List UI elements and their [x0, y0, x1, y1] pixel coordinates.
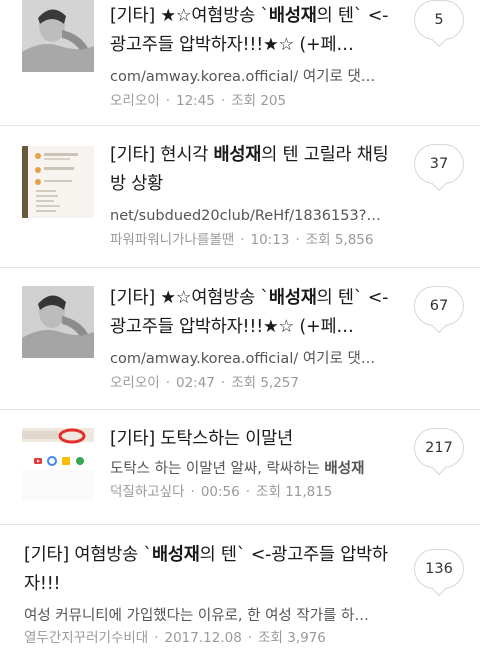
post-snippet: com/amway.korea.official/ 여기로 댓…: [110, 351, 376, 367]
comment-count-badge[interactable]: 136: [414, 549, 464, 589]
post-title[interactable]: [기타] ★☆여혐방송 `배성재의 텐` <-광고주들 압박하자!!!★☆ (+…: [110, 284, 396, 342]
post-thumbnail[interactable]: [22, 428, 94, 500]
comment-count-badge[interactable]: 5: [414, 0, 464, 40]
chat-screenshot-icon: [22, 146, 94, 218]
post-title[interactable]: [기타] ★☆여혐방송 `배성재의 텐` <-광고주들 압박하자!!!★☆ (+…: [110, 2, 396, 60]
list-item[interactable]: [기타] 현시각 배성재의 텐 고릴라 채팅방 상황 net/subdued20…: [0, 126, 480, 268]
post-meta: 덕질하고싶다 · 00:56 · 조회 11,815: [110, 484, 333, 500]
post-snippet: 도탁스 하는 이말년 알싸, 락싸하는 배성재: [110, 461, 365, 477]
person-photo-icon: [22, 286, 94, 358]
person-photo-icon: [22, 0, 94, 72]
list-item[interactable]: [기타] 여혐방송 `배성재의 텐` <-광고주들 압박하자!!! 여성 커뮤니…: [0, 525, 480, 658]
post-snippet: 여성 커뮤니티에 가입했다는 이유로, 한 여성 작가를 하…: [24, 608, 369, 624]
post-thumbnail[interactable]: [22, 0, 94, 72]
post-title[interactable]: [기타] 여혐방송 `배성재의 텐` <-광고주들 압박하자!!!: [24, 541, 396, 599]
post-author: 덕질하고싶다: [110, 484, 185, 500]
post-views: 조회 5,257: [231, 375, 299, 391]
post-time: 02:47: [175, 375, 215, 391]
post-time: 2017.12.08: [164, 630, 242, 646]
list-item[interactable]: [기타] ★☆여혐방송 `배성재의 텐` <-광고주들 압박하자!!!★☆ (+…: [0, 0, 480, 126]
post-list: [기타] ★☆여혐방송 `배성재의 텐` <-광고주들 압박하자!!!★☆ (+…: [0, 0, 480, 658]
post-views: 조회 205: [231, 93, 287, 109]
post-views: 조회 5,856: [305, 232, 374, 248]
post-time: 10:13: [250, 232, 290, 248]
post-snippet: net/subdued20club/ReHf/1836153?…: [110, 208, 381, 224]
post-author: 오리오이: [110, 93, 160, 109]
post-meta: 오리오이 · 02:47 · 조회 5,257: [110, 375, 299, 391]
browser-screenshot-icon: [22, 428, 94, 500]
post-title[interactable]: [기타] 도탁스하는 이말년: [110, 425, 396, 454]
post-meta: 파워파워니가나를볼땐 · 10:13 · 조회 5,856: [110, 232, 374, 248]
post-views: 조회 11,815: [256, 484, 333, 500]
post-author: 열두간지꾸러기수비대: [24, 630, 149, 646]
post-thumbnail[interactable]: [22, 286, 94, 358]
post-meta: 오리오이 · 12:45 · 조회 205: [110, 93, 287, 109]
list-item[interactable]: [기타] ★☆여혐방송 `배성재의 텐` <-광고주들 압박하자!!!★☆ (+…: [0, 268, 480, 410]
post-views: 조회 3,976: [258, 630, 326, 646]
post-author: 파워파워니가나를볼땐: [110, 232, 235, 248]
comment-count-badge[interactable]: 217: [414, 428, 464, 468]
post-time: 12:45: [175, 93, 215, 109]
comment-count-badge[interactable]: 67: [414, 286, 464, 326]
post-meta: 열두간지꾸러기수비대 · 2017.12.08 · 조회 3,976: [24, 630, 326, 646]
list-item[interactable]: [기타] 도탁스하는 이말년 도탁스 하는 이말년 알싸, 락싸하는 배성재 덕…: [0, 410, 480, 525]
comment-count-badge[interactable]: 37: [414, 144, 464, 184]
post-thumbnail[interactable]: [22, 146, 94, 218]
post-time: 00:56: [200, 484, 240, 500]
post-title[interactable]: [기타] 현시각 배성재의 텐 고릴라 채팅방 상황: [110, 141, 396, 199]
post-snippet: com/amway.korea.official/ 여기로 댓…: [110, 69, 376, 85]
post-author: 오리오이: [110, 375, 160, 391]
